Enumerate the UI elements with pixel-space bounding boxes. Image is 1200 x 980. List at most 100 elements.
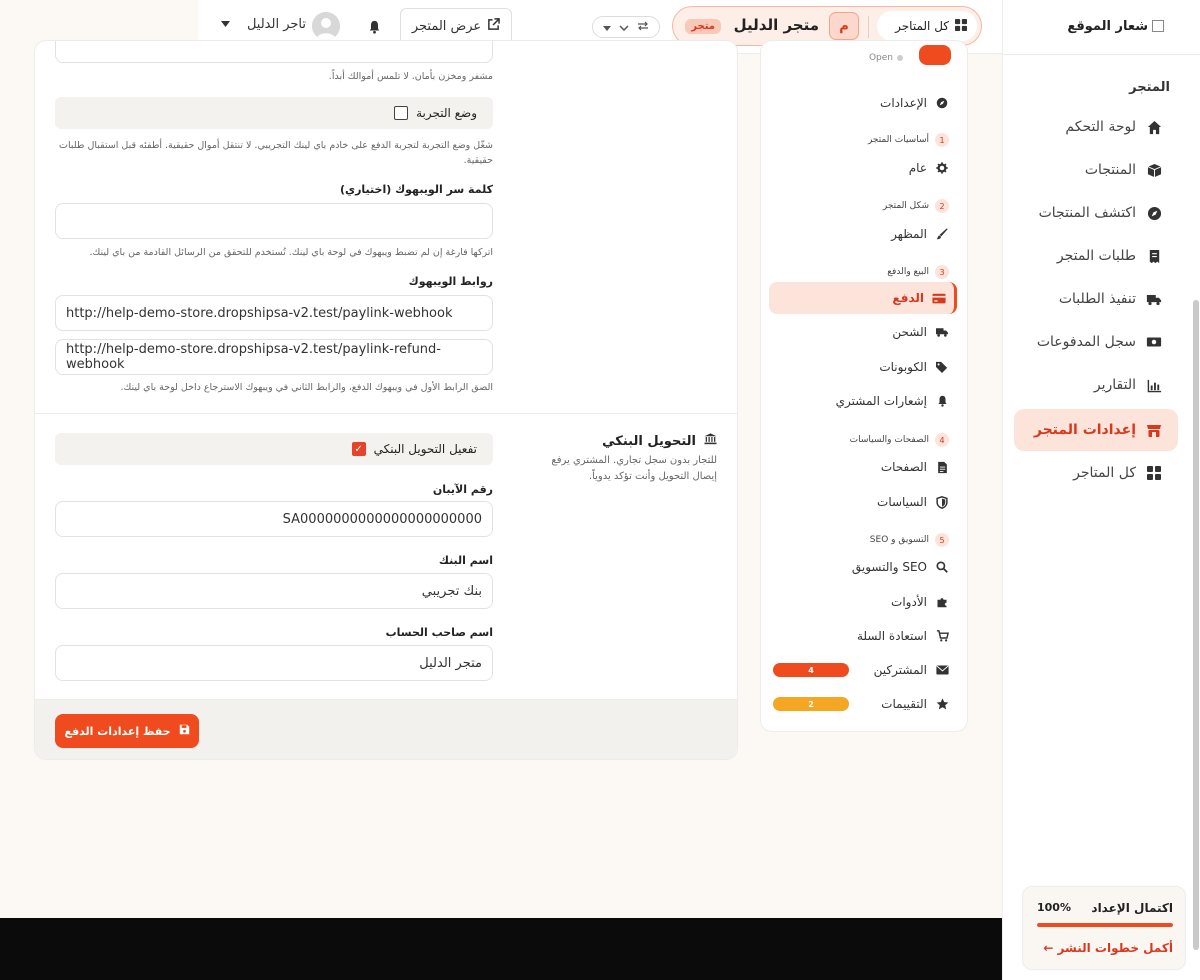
save-payment-settings-button[interactable]: حفظ إعدادات الدفع: [55, 714, 199, 748]
test-mode-checkbox[interactable]: [394, 106, 409, 120]
settings-group-pages: 4 الصفحات والسياسات: [850, 433, 949, 447]
settings-nav-settings[interactable]: الإعدادات: [769, 87, 957, 119]
main-sidebar: شعار الموقع المتجر لوحة التحكم المنتجات …: [1002, 0, 1200, 980]
chart-icon: [1146, 377, 1162, 393]
settings-nav-label: إشعارات المشتري: [835, 394, 927, 408]
grid-icon: [1146, 465, 1162, 481]
group-title: أساسيات المتجر: [867, 135, 929, 145]
sidebar-item-reports[interactable]: التقارير: [1014, 366, 1178, 404]
test-mode-row[interactable]: وضع التجربة: [55, 97, 493, 129]
test-mode-help: شغّل وضع التجربة لتجربة الدفع على خادم ب…: [59, 140, 493, 166]
subscribers-count-badge: 4: [773, 663, 849, 677]
site-logo[interactable]: شعار الموقع: [1064, 16, 1164, 36]
page-footer: [0, 918, 1002, 980]
settings-nav-cart-recovery[interactable]: استعادة السلة: [769, 620, 957, 652]
store-icon: [1146, 422, 1162, 438]
sidebar-item-label: إعدادات المتجر: [1033, 422, 1136, 438]
truck-icon: [935, 325, 949, 339]
store-type-badge: متجر: [685, 19, 721, 34]
sidebar-item-payments-log[interactable]: سجل المدفوعات: [1014, 323, 1178, 361]
form-footer: حفظ إعدادات الدفع: [35, 699, 737, 759]
setup-progress-percent: 100%: [1037, 901, 1071, 914]
view-store-label: عرض المتجر: [411, 18, 482, 34]
bell-icon[interactable]: [364, 17, 384, 37]
sidebar-item-label: طلبات المتجر: [1056, 248, 1136, 264]
bank-enable-checkbox[interactable]: ✓: [351, 442, 366, 456]
all-stores-button[interactable]: كل المتاجر: [877, 11, 977, 41]
bank-enable-row[interactable]: تفعيل التحويل البنكي ✓: [55, 433, 493, 465]
settings-nav-tools[interactable]: الأدوات: [769, 586, 957, 618]
bell-icon: [935, 394, 949, 408]
settings-nav-coupons[interactable]: الكوبونات: [769, 351, 957, 383]
store-open-status: Open: [869, 53, 903, 63]
gear-icon: [935, 161, 949, 175]
sidebar-item-fulfillment[interactable]: تنفيذ الطلبات: [1014, 280, 1178, 318]
secret-key-input[interactable]: [55, 41, 493, 63]
setup-progress-card: اكتمال الإعداد 100% أكمل خطوات النشر ←: [1022, 886, 1186, 970]
receipt-icon: [1146, 248, 1162, 264]
pill-divider: [868, 16, 869, 38]
sidebar-scrollbar[interactable]: [1193, 300, 1199, 950]
group-title: شكل المتجر: [882, 201, 929, 211]
envelope-icon: [935, 663, 949, 677]
star-icon: [935, 697, 949, 711]
money-icon: [1146, 334, 1162, 350]
sidebar-item-dashboard[interactable]: لوحة التحكم: [1014, 108, 1178, 146]
sidebar-item-label: لوحة التحكم: [1065, 119, 1136, 135]
settings-nav-label: الدفع: [892, 291, 924, 305]
settings-nav-payment[interactable]: الدفع: [769, 282, 957, 314]
settings-nav-pages[interactable]: الصفحات: [769, 451, 957, 483]
settings-nav-label: المشتركين: [873, 663, 927, 677]
sidebar-divider: [1002, 54, 1200, 55]
store-switch-dropdown[interactable]: [592, 16, 660, 38]
settings-group-marketing: 5 التسويق و SEO: [870, 533, 949, 547]
settings-nav-label: الصفحات: [880, 460, 927, 474]
save-icon: [179, 724, 190, 738]
user-name[interactable]: تاجر الدليل: [247, 17, 306, 32]
sidebar-item-store-settings[interactable]: إعدادات المتجر: [1014, 409, 1178, 451]
bank-transfer-title-text: التحويل البنكي: [602, 433, 696, 449]
bank-enable-label: تفعيل التحويل البنكي: [373, 442, 477, 456]
settings-nav-label: SEO والتسويق: [851, 560, 927, 574]
settings-nav-shipping[interactable]: الشحن: [769, 316, 957, 348]
settings-nav-label: الشحن: [892, 325, 927, 339]
webhook-url-input[interactable]: http://help-demo-store.dropshipsa-v2.tes…: [55, 295, 493, 331]
settings-nav-general[interactable]: عام: [769, 152, 957, 184]
setup-progress-fill: [1037, 923, 1173, 927]
status-badge: [919, 45, 951, 65]
view-store-button[interactable]: عرض المتجر: [400, 8, 512, 44]
complete-publish-steps-link[interactable]: أكمل خطوات النشر ←: [1043, 941, 1173, 955]
sidebar-item-label: تنفيذ الطلبات: [1058, 291, 1136, 307]
tags-icon: [935, 360, 949, 374]
settings-nav-customer-notifications[interactable]: إشعارات المشتري: [769, 385, 957, 417]
settings-nav-label: عام: [908, 161, 927, 175]
brush-icon: [935, 227, 949, 241]
external-link-icon: [487, 17, 501, 35]
caret-down-icon[interactable]: [221, 20, 230, 30]
bank-name-input[interactable]: بنك تجريبي: [55, 573, 493, 609]
settings-nav-seo[interactable]: SEO والتسويق: [769, 551, 957, 583]
group-title: الصفحات والسياسات: [849, 435, 929, 445]
sidebar-item-label: اكتشف المنتجات: [1038, 205, 1136, 221]
puzzle-icon: [935, 595, 949, 609]
sidebar-item-orders[interactable]: طلبات المتجر: [1014, 237, 1178, 275]
webhook-secret-input[interactable]: [55, 203, 493, 239]
settings-nav-appearance[interactable]: المظهر: [769, 218, 957, 250]
settings-group-look: 2 شكل المتجر: [883, 199, 949, 213]
sidebar-item-products[interactable]: المنتجات: [1014, 151, 1178, 189]
reviews-count-badge: 2: [773, 697, 849, 711]
caret-down-icon: [603, 21, 611, 34]
iban-input[interactable]: SA0000000000000000000000: [55, 501, 493, 537]
refund-webhook-url-input[interactable]: http://help-demo-store.dropshipsa-v2.tes…: [55, 339, 493, 375]
webhook-secret-help: اتركها فارغة إن لم تضبط ويبهوك في لوحة ب…: [89, 247, 493, 258]
webhook-links-help: الصق الرابط الأول في ويبهوك الدفع، والرا…: [120, 382, 493, 393]
bank-transfer-title: التحويل البنكي: [602, 433, 717, 449]
open-label: Open: [868, 53, 893, 63]
avatar[interactable]: [312, 12, 340, 40]
logo-text: شعار الموقع: [1067, 18, 1148, 34]
sidebar-item-all-stores[interactable]: كل المتاجر: [1014, 454, 1178, 492]
sidebar-item-discover[interactable]: اكتشف المنتجات: [1014, 194, 1178, 232]
settings-nav-policies[interactable]: السياسات: [769, 486, 957, 518]
account-holder-input[interactable]: متجر الدليل: [55, 645, 493, 681]
setup-progress-bar: [1037, 923, 1173, 927]
